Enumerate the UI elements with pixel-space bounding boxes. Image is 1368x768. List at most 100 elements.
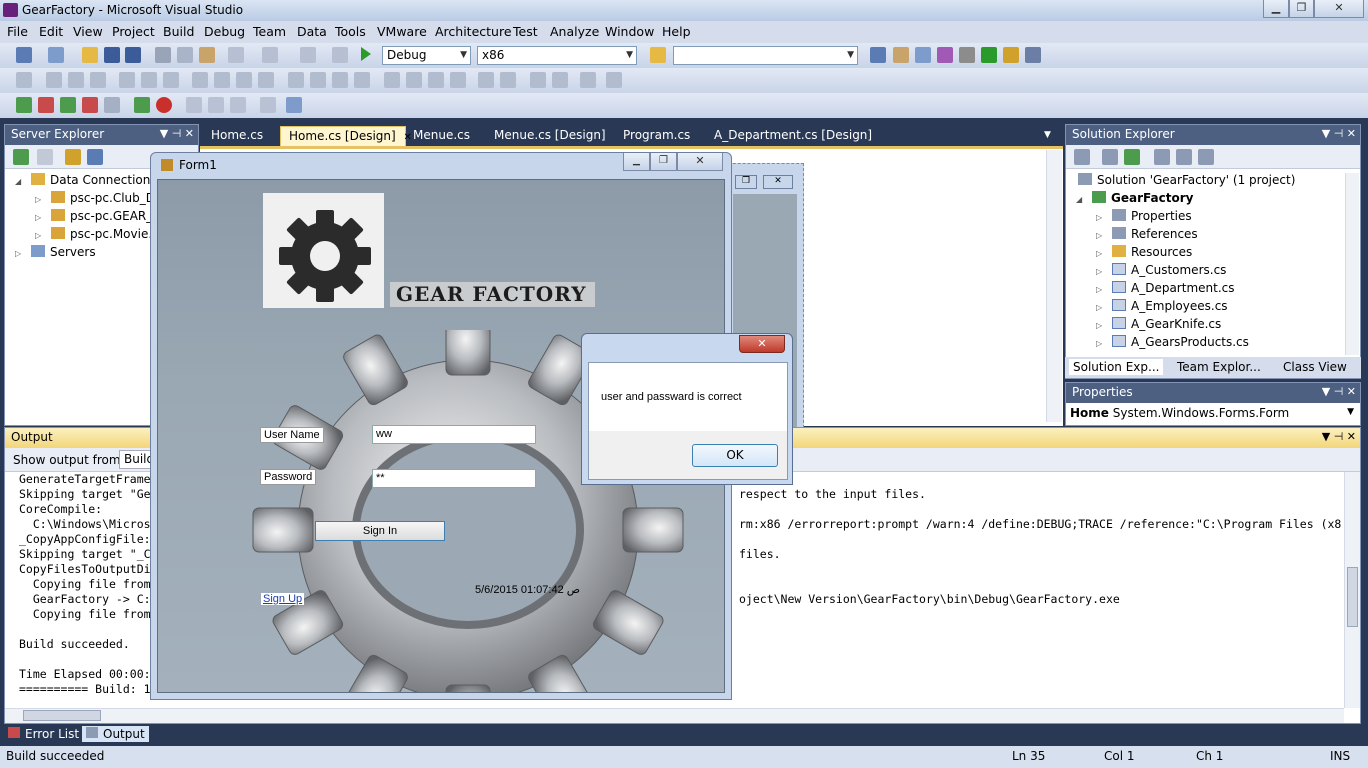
solution-platform-select[interactable]: x86 ▼ xyxy=(477,46,637,65)
minimize-button[interactable]: ▁ xyxy=(1263,0,1289,18)
solution-explorer-icon[interactable] xyxy=(870,47,886,63)
output-horizontal-scrollbar[interactable] xyxy=(5,708,1344,723)
align-to-grid-icon[interactable] xyxy=(16,72,32,88)
align-lefts-icon[interactable] xyxy=(46,72,62,88)
tab-order-icon[interactable] xyxy=(580,72,596,88)
bring-to-front-icon[interactable] xyxy=(530,72,546,88)
scrollbar-thumb[interactable] xyxy=(23,710,101,721)
tab-solution-explorer[interactable]: Solution Exp... xyxy=(1069,359,1164,375)
properties-icon[interactable] xyxy=(1074,149,1090,165)
continue-icon[interactable] xyxy=(134,97,150,113)
solution-explorer-scrollbar[interactable] xyxy=(1345,173,1359,355)
align-centers-icon[interactable] xyxy=(68,72,84,88)
extension-manager-icon[interactable] xyxy=(1003,47,1019,63)
connect-database-icon[interactable] xyxy=(65,149,81,165)
increase-vertical-spacing-icon[interactable] xyxy=(406,72,422,88)
solution-configuration-select[interactable]: Debug ▼ xyxy=(382,46,471,65)
expand-arrow-icon[interactable]: ▷ xyxy=(35,231,45,240)
start-debugging-icon[interactable] xyxy=(361,47,371,61)
undo-icon[interactable] xyxy=(228,47,244,63)
menu-edit[interactable]: Edit xyxy=(39,24,63,39)
object-browser-icon[interactable] xyxy=(915,47,931,63)
tree-item-connection[interactable]: ▷ psc-pc.Club_D xyxy=(35,191,155,205)
tab-home-design[interactable]: Home.cs [Design] ✕ xyxy=(280,126,412,146)
find-combobox[interactable]: ▼ xyxy=(673,46,858,65)
size-to-grid-icon[interactable] xyxy=(258,72,274,88)
breakpoint-icon[interactable] xyxy=(156,97,172,113)
expand-arrow-icon[interactable]: ▷ xyxy=(15,249,25,258)
tree-item-resources[interactable]: ▷ Resources xyxy=(1096,245,1192,259)
center-vertically-icon[interactable] xyxy=(500,72,516,88)
expand-arrow-icon[interactable]: ▷ xyxy=(35,213,45,222)
solution-node[interactable]: Solution 'GearFactory' (1 project) xyxy=(1078,173,1295,187)
start-page-icon[interactable] xyxy=(981,47,997,63)
show-all-files-icon[interactable] xyxy=(1102,149,1118,165)
form1-close-button[interactable]: ✕ xyxy=(677,153,723,171)
copy-icon[interactable] xyxy=(177,47,193,63)
scrollbar-thumb[interactable] xyxy=(1347,567,1358,627)
output-vertical-scrollbar[interactable] xyxy=(1344,472,1360,708)
username-input[interactable]: ww xyxy=(372,425,536,444)
center-horizontally-icon[interactable] xyxy=(478,72,494,88)
expand-arrow-icon[interactable]: ▷ xyxy=(35,195,45,204)
menu-debug[interactable]: Debug xyxy=(204,24,245,39)
ok-button[interactable]: OK xyxy=(692,444,778,467)
view-class-diagram-icon[interactable] xyxy=(1198,149,1214,165)
tree-item-connection[interactable]: ▷ psc-pc.Movie. xyxy=(35,227,152,241)
dialog-close-button[interactable]: ✕ xyxy=(739,335,785,353)
tree-item-references[interactable]: ▷ References xyxy=(1096,227,1198,241)
decrease-vertical-spacing-icon[interactable] xyxy=(428,72,444,88)
save-icon[interactable] xyxy=(104,47,120,63)
step-out-icon[interactable] xyxy=(230,97,246,113)
expand-arrow-icon[interactable]: ▷ xyxy=(1096,321,1106,330)
tree-item-file[interactable]: ▷ A_GearsProducts.cs xyxy=(1096,335,1249,349)
refresh-icon[interactable] xyxy=(1124,149,1140,165)
tree-item-connection[interactable]: ▷ psc-pc.GEAR_ xyxy=(35,209,152,223)
tree-item-file[interactable]: ▷ A_Customers.cs xyxy=(1096,263,1226,277)
tree-item-file[interactable]: ▷ A_GearKnife.cs xyxy=(1096,317,1221,331)
form1-maximize-button[interactable]: ❐ xyxy=(650,153,677,171)
panel-pin-close-icons[interactable]: ▼ ⊣ ✕ xyxy=(1322,430,1356,443)
menu-vmware[interactable]: VMware xyxy=(377,24,427,39)
chevron-down-icon[interactable]: ▼ xyxy=(1347,407,1354,417)
panel-pin-close-icons[interactable]: ▼ ⊣ ✕ xyxy=(1322,127,1356,140)
remove-vertical-spacing-icon[interactable] xyxy=(450,72,466,88)
collapse-arrow-icon[interactable]: ◢ xyxy=(15,177,25,186)
stop-refresh-icon[interactable] xyxy=(37,149,53,165)
tab-menue-design[interactable]: Menue.cs [Design] xyxy=(486,126,614,146)
menu-analyze[interactable]: Analyze xyxy=(550,24,599,39)
password-input[interactable]: ** xyxy=(372,469,536,488)
maximize-button[interactable]: ❐ xyxy=(1289,0,1314,18)
menu-view[interactable]: View xyxy=(73,24,103,39)
tab-error-list[interactable]: Error List xyxy=(8,727,79,741)
align-middles-icon[interactable] xyxy=(141,72,157,88)
tree-item-file[interactable]: ▷ A_Department.cs xyxy=(1096,281,1235,295)
stop-icon[interactable] xyxy=(38,97,54,113)
remove-horizontal-spacing-icon[interactable] xyxy=(354,72,370,88)
tab-menue-cs[interactable]: Menue.cs xyxy=(405,126,478,146)
toolbox-icon[interactable] xyxy=(937,47,953,63)
collapse-arrow-icon[interactable]: ◢ xyxy=(1076,195,1086,204)
navigate-back-icon[interactable] xyxy=(300,47,316,63)
new-project-icon[interactable] xyxy=(16,47,32,63)
step-into-icon[interactable] xyxy=(186,97,202,113)
make-same-size-icon[interactable] xyxy=(236,72,252,88)
lock-controls-icon[interactable] xyxy=(606,72,622,88)
designer-vertical-scrollbar[interactable] xyxy=(1046,150,1062,422)
expand-arrow-icon[interactable]: ▷ xyxy=(1096,267,1106,276)
expand-arrow-icon[interactable]: ▷ xyxy=(1096,303,1106,312)
close-window-button[interactable]: ✕ xyxy=(1314,0,1364,18)
vertical-spacing-icon[interactable] xyxy=(384,72,400,88)
tab-program-cs[interactable]: Program.cs xyxy=(615,126,698,146)
tab-team-explorer[interactable]: Team Explor... xyxy=(1177,360,1261,374)
start-icon[interactable] xyxy=(16,97,32,113)
tab-output[interactable]: Output xyxy=(82,726,149,742)
tools-icon[interactable] xyxy=(959,47,975,63)
menu-build[interactable]: Build xyxy=(163,24,194,39)
tab-department-design[interactable]: A_Department.cs [Design] xyxy=(706,126,880,146)
rebuild-icon[interactable] xyxy=(82,97,98,113)
tab-class-view[interactable]: Class View xyxy=(1283,360,1347,374)
form1-minimize-button[interactable]: ▁ xyxy=(623,153,650,171)
project-node[interactable]: ◢ GearFactory xyxy=(1076,191,1193,205)
command-window-icon[interactable] xyxy=(1025,47,1041,63)
